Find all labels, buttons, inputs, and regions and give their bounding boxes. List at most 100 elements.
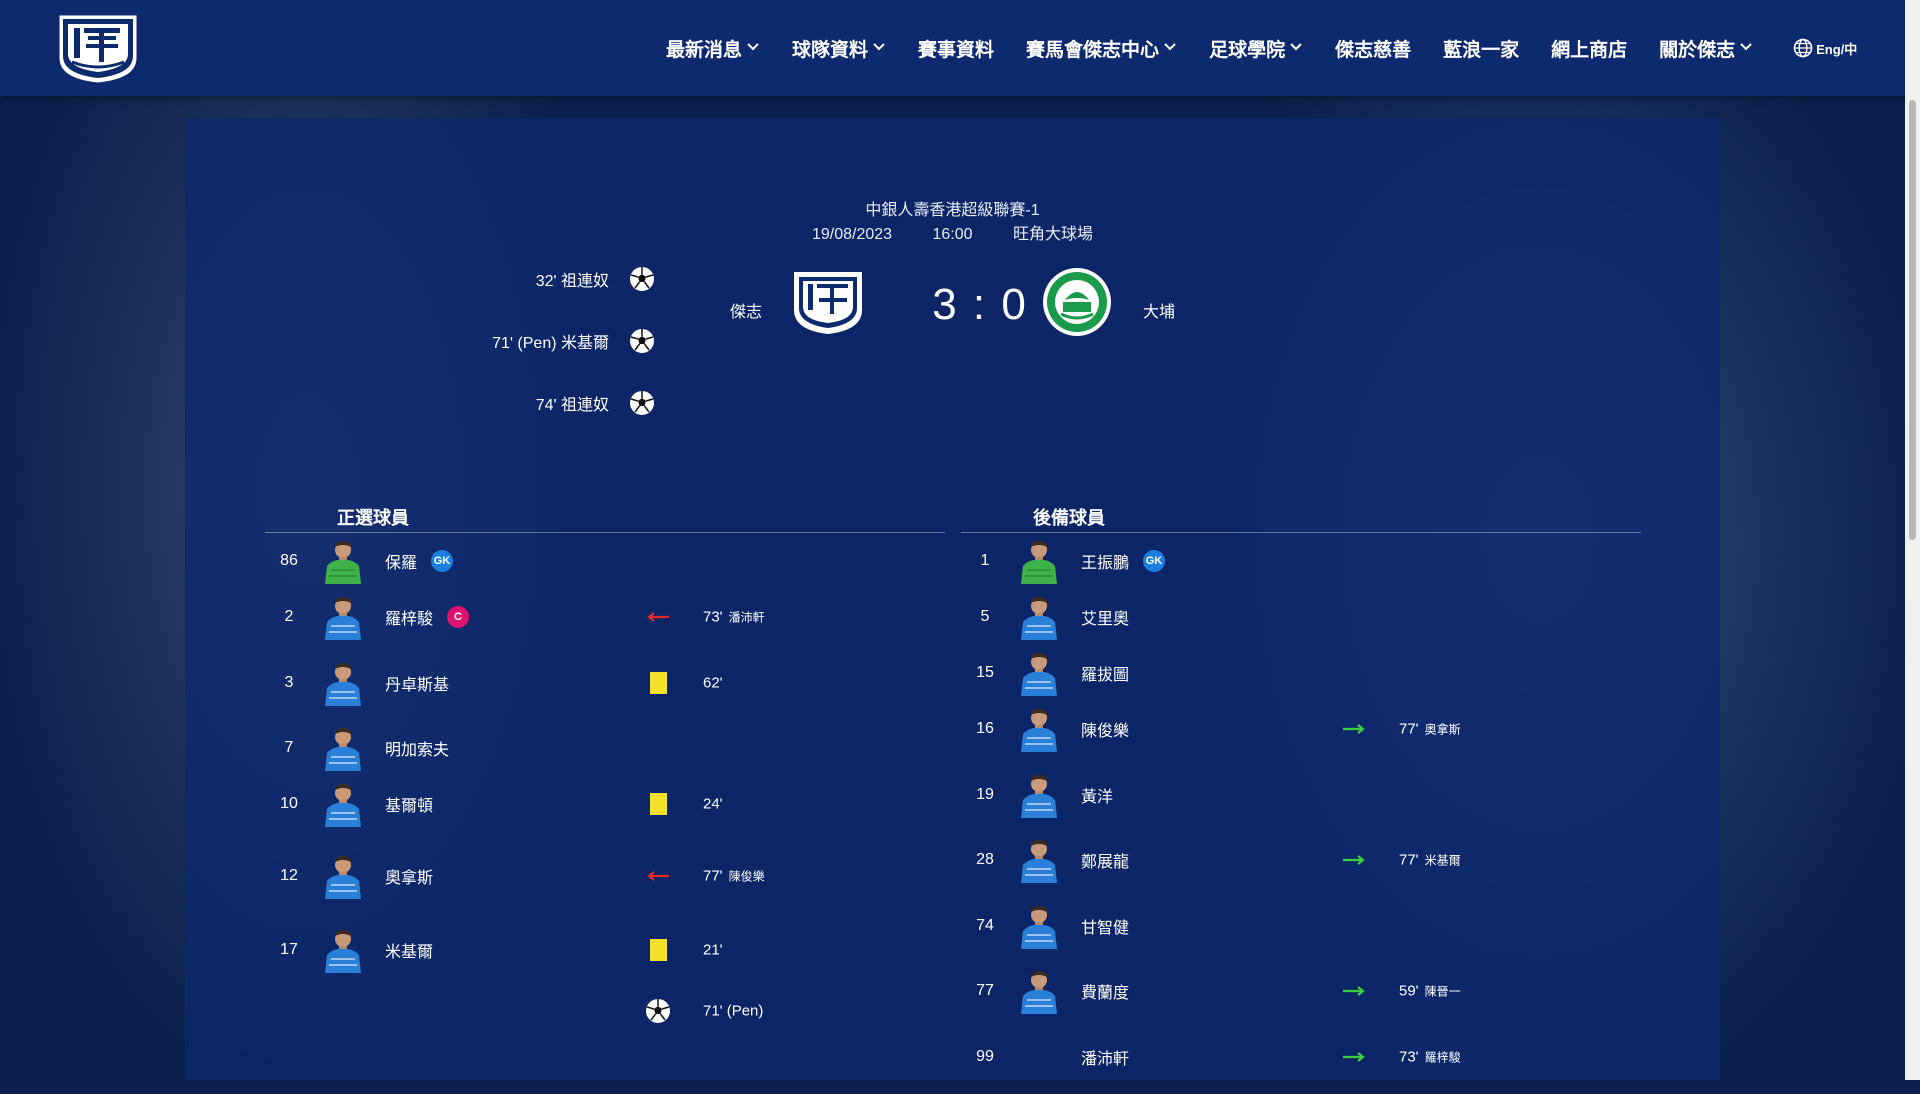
player-number: 74 bbox=[976, 916, 994, 934]
away-team-name: 大埔 bbox=[1143, 304, 1176, 321]
nav-item-6[interactable]: 藍浪一家 bbox=[1443, 35, 1519, 62]
player-row[interactable]: 99 潘沛軒 73' 羅梓駿 bbox=[961, 1019, 1641, 1094]
goal-text: 71' (Pen) 米基爾 bbox=[492, 335, 609, 352]
player-row[interactable]: 86 保羅 GK bbox=[265, 533, 945, 589]
event-minute: 59' bbox=[1399, 982, 1419, 1000]
substitutes-lineup-title: 後備球員 bbox=[961, 504, 1641, 533]
away-team-crest-icon bbox=[1041, 266, 1113, 338]
player-row[interactable]: 77 費蘭度 59' 陳晉一 bbox=[961, 963, 1641, 1019]
player-row[interactable]: 3 丹卓斯基 62' bbox=[265, 645, 945, 720]
player-photo bbox=[325, 662, 361, 706]
event-minute: 73' bbox=[703, 608, 723, 626]
match-meta: 19/08/2023 16:00 旺角大球場 bbox=[185, 224, 1720, 246]
captain-badge: C bbox=[447, 606, 469, 628]
event-detail: 73' 羅梓駿 bbox=[1399, 1048, 1461, 1065]
event-minute: 77' bbox=[1399, 720, 1419, 738]
match-venue: 旺角大球場 bbox=[1013, 226, 1094, 243]
event-minute: 21' bbox=[703, 941, 723, 959]
player-photo bbox=[325, 728, 361, 771]
scrollbar[interactable] bbox=[1905, 0, 1920, 1080]
nav-item-7[interactable]: 網上商店 bbox=[1551, 35, 1627, 62]
player-photo bbox=[1021, 774, 1057, 818]
player-photo bbox=[325, 541, 361, 584]
player-row[interactable]: 10 基爾頓 24' bbox=[265, 776, 945, 832]
player-row[interactable]: 17 米基爾 21' bbox=[265, 920, 945, 980]
player-name: 潘沛軒 bbox=[1081, 1050, 1130, 1068]
nav-item-8[interactable]: 關於傑志 bbox=[1659, 35, 1753, 62]
player-photo bbox=[1021, 541, 1057, 584]
chevron-down-icon bbox=[742, 37, 760, 59]
chevron-down-icon bbox=[1159, 37, 1177, 59]
event-detail: 21' bbox=[703, 942, 723, 959]
player-row[interactable]: 7 明加索夫 bbox=[265, 720, 945, 776]
nav-item-4[interactable]: 足球學院 bbox=[1209, 35, 1303, 62]
player-number: 77 bbox=[976, 982, 994, 999]
nav-item-0[interactable]: 最新消息 bbox=[666, 35, 760, 62]
goalkeeper-badge: GK bbox=[1143, 550, 1165, 572]
player-photo bbox=[325, 930, 361, 973]
event-detail: 62' bbox=[703, 674, 723, 691]
event-minute: 24' bbox=[703, 795, 723, 813]
player-row[interactable]: 16 陳俊樂 77' 奧拿斯 bbox=[961, 701, 1641, 757]
player-row[interactable]: 15 羅拔圖 bbox=[961, 645, 1641, 701]
kitchee-logo[interactable] bbox=[54, 10, 142, 86]
player-row[interactable]: 28 鄭展龍 77' 米基爾 bbox=[961, 832, 1641, 888]
player-number: 12 bbox=[280, 867, 298, 884]
player-number: 86 bbox=[280, 552, 298, 569]
player-row[interactable]: 12 奧拿斯 77' 陳俊樂 bbox=[265, 832, 945, 920]
player-photo bbox=[1021, 840, 1057, 883]
nav-item-2[interactable]: 賽事資料 bbox=[918, 35, 994, 62]
event-minute: 77' bbox=[703, 867, 723, 885]
event-detail: 24' bbox=[703, 796, 723, 813]
substitution-in-arrow-icon bbox=[1341, 848, 1367, 872]
player-row[interactable]: 19 黃洋 bbox=[961, 757, 1641, 832]
competition-name: 中銀人壽香港超級聯賽-1 bbox=[865, 202, 1040, 219]
event-detail: 59' 陳晉一 bbox=[1399, 983, 1461, 1000]
event-related-player: 奧拿斯 bbox=[1424, 722, 1461, 737]
substitution-in-arrow-icon bbox=[1341, 717, 1367, 741]
player-name: 保羅 bbox=[385, 555, 418, 572]
player-row[interactable]: 71' (Pen) bbox=[265, 980, 945, 1042]
language-toggle[interactable]: Eng/中 bbox=[1793, 38, 1857, 58]
yellow-card-icon bbox=[645, 938, 671, 962]
event-detail: 77' 陳俊樂 bbox=[703, 868, 765, 885]
player-row[interactable]: 1 王振鵬 GK bbox=[961, 533, 1641, 589]
player-name: 甘智健 bbox=[1081, 919, 1130, 937]
player-number: 15 bbox=[976, 664, 994, 681]
substitutes-lineup: 後備球員 1 王振鵬 GK 5 艾里奧 15 羅拔圖 16 陳俊樂 77' 奧拿斯 19 黃洋 28 鄭展龍… bbox=[961, 504, 1641, 1094]
nav-item-label: 賽事資料 bbox=[918, 39, 995, 61]
nav-item-label: 賽馬會傑志中心 bbox=[1026, 39, 1160, 61]
football-icon bbox=[645, 999, 671, 1023]
player-name: 艾里奧 bbox=[1081, 611, 1130, 628]
player-row[interactable]: 5 艾里奧 bbox=[961, 589, 1641, 645]
player-number: 5 bbox=[980, 608, 990, 625]
goalkeeper-badge: GK bbox=[431, 550, 453, 572]
player-name: 羅拔圖 bbox=[1081, 667, 1130, 684]
player-number: 2 bbox=[284, 608, 294, 625]
goal-event: 74' 祖連奴 bbox=[185, 388, 655, 418]
yellow-card-icon bbox=[645, 671, 671, 695]
substitution-in-arrow-icon bbox=[1341, 1045, 1367, 1069]
football-icon bbox=[630, 329, 654, 353]
player-photo bbox=[325, 856, 361, 899]
event-minute: 77' bbox=[1399, 851, 1419, 869]
player-row[interactable]: 74 甘智健 bbox=[961, 888, 1641, 963]
event-minute: 73' bbox=[1399, 1048, 1419, 1065]
nav-item-3[interactable]: 賽馬會傑志中心 bbox=[1026, 35, 1177, 62]
match-header: 中銀人壽香港超級聯賽-1 19/08/2023 16:00 旺角大球場 bbox=[185, 200, 1720, 246]
scrollbar-thumb[interactable] bbox=[1909, 100, 1916, 540]
player-photo bbox=[1021, 971, 1057, 1014]
event-related-player: 陳晉一 bbox=[1424, 984, 1461, 999]
match-time: 16:00 bbox=[932, 226, 973, 243]
player-number: 3 bbox=[284, 673, 294, 691]
main-nav: 最新消息 球隊資料 賽事資料 賽馬會傑志中心 足球學院 傑志慈善 藍浪一家 網上商店 關於傑志 E… bbox=[666, 0, 1857, 96]
player-row[interactable]: 2 羅梓駿 C 73' 潘沛軒 bbox=[265, 589, 945, 645]
player-name: 黃洋 bbox=[1081, 788, 1114, 806]
nav-item-1[interactable]: 球隊資料 bbox=[792, 35, 886, 62]
event-related-player: 潘沛軒 bbox=[728, 610, 765, 625]
event-related-player: 米基爾 bbox=[1424, 853, 1461, 868]
nav-item-5[interactable]: 傑志慈善 bbox=[1335, 35, 1411, 62]
home-team-name: 傑志 bbox=[730, 304, 763, 321]
substitution-in-arrow-icon bbox=[1341, 979, 1367, 1003]
player-name: 米基爾 bbox=[385, 944, 434, 961]
